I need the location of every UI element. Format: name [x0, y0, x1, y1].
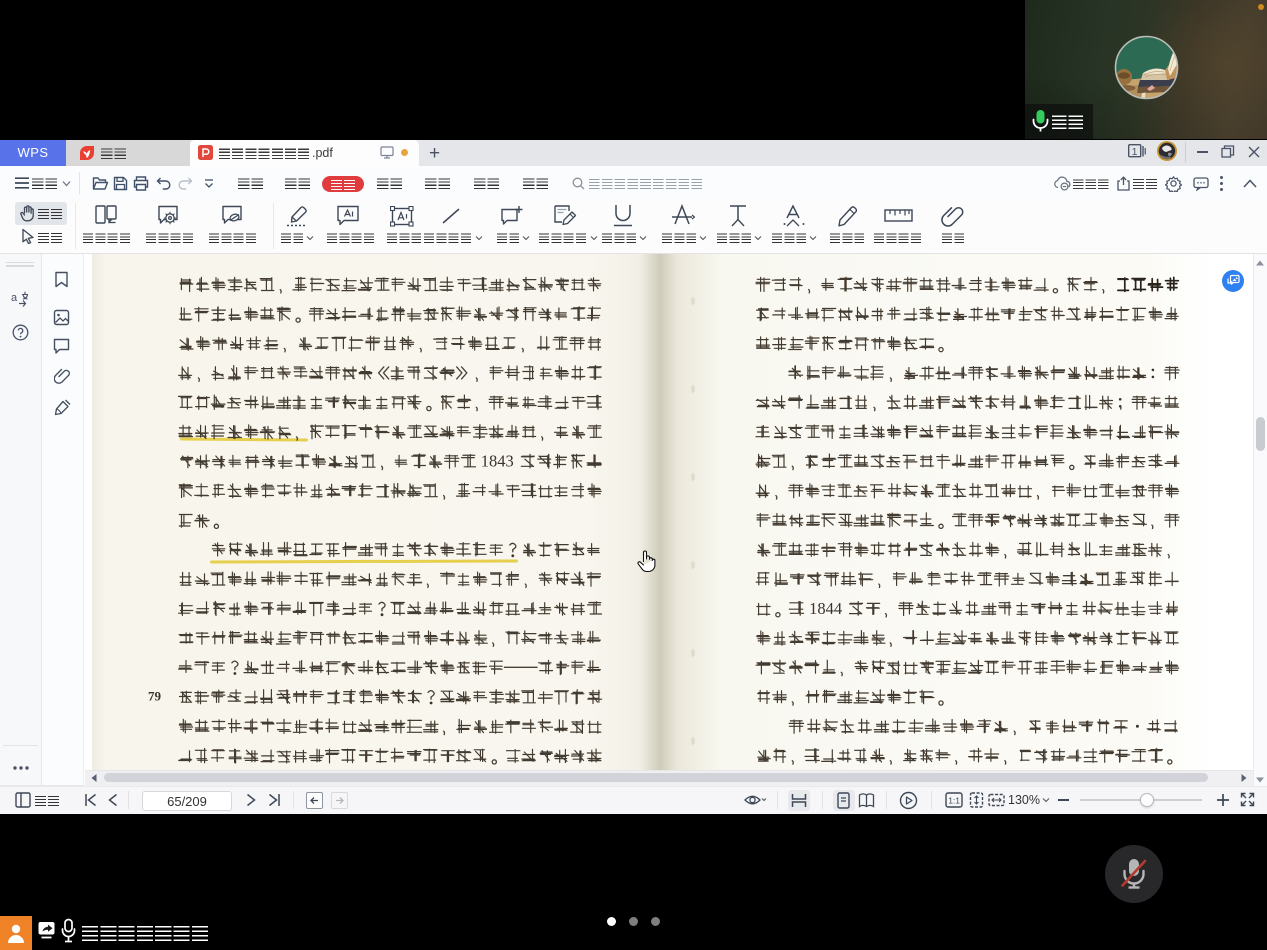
svg-text:1843: 1843: [481, 452, 514, 471]
svg-text:1844: 1844: [809, 599, 842, 618]
svg-text:79: 79: [148, 689, 162, 704]
svg-text:1:1: 1:1: [948, 796, 960, 806]
